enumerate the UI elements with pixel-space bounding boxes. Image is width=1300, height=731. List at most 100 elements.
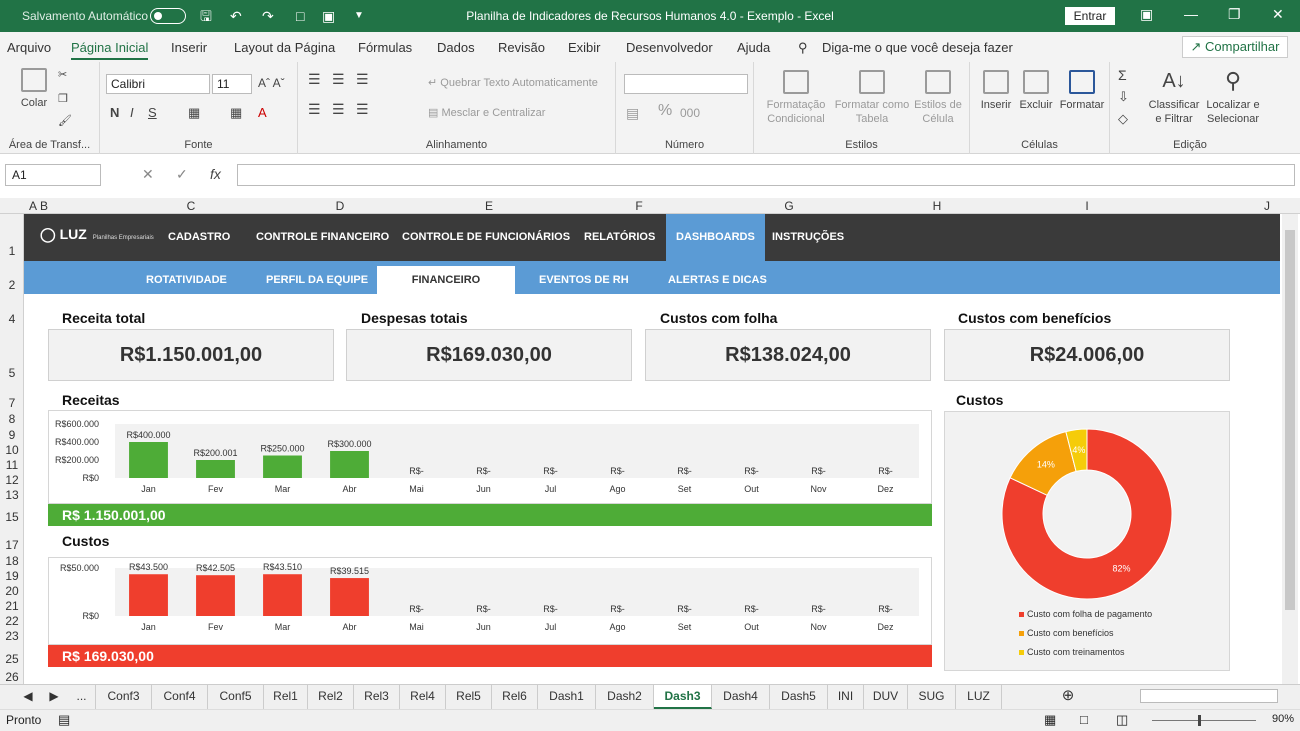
sheet-tab-rel3[interactable]: Rel3: [354, 685, 400, 709]
find-select-button[interactable]: ⚲ Localizar e Selecionar: [1204, 68, 1262, 126]
menu-exibir[interactable]: Exibir: [568, 40, 601, 55]
delete-cells-button[interactable]: Excluir: [1016, 70, 1056, 112]
fill-icon[interactable]: ⇩: [1118, 90, 1129, 104]
merge-center-button[interactable]: ▤ Mesclar e Centralizar: [428, 106, 545, 120]
menu-ajuda[interactable]: Ajuda: [737, 40, 770, 55]
page-layout-icon[interactable]: □: [1080, 712, 1088, 727]
row-header[interactable]: 15: [0, 510, 24, 524]
ribbon-display-icon[interactable]: ▣: [1140, 6, 1153, 23]
tell-me-input[interactable]: Diga-me o que você deseja fazer: [822, 40, 1013, 55]
menu-revisao[interactable]: Revisão: [498, 40, 545, 55]
minimize-icon[interactable]: —: [1184, 6, 1198, 22]
borders-icon[interactable]: ▦: [188, 106, 200, 120]
row-header[interactable]: 10: [0, 443, 24, 457]
font-color-icon[interactable]: A: [258, 106, 267, 120]
paste-button[interactable]: Colar: [14, 68, 54, 110]
thousands-icon[interactable]: 000: [680, 106, 700, 120]
vertical-scroll-thumb[interactable]: [1285, 230, 1295, 610]
sheet-tab-rel6[interactable]: Rel6: [492, 685, 538, 709]
nav-relatorios[interactable]: RELATÓRIOS: [584, 231, 655, 243]
row-header[interactable]: 23: [0, 629, 24, 643]
underline-icon[interactable]: S: [148, 106, 157, 120]
format-cells-button[interactable]: Formatar: [1058, 70, 1106, 112]
cell-styles-button[interactable]: Estilos de Célula: [910, 70, 966, 126]
row-header[interactable]: 1: [0, 244, 24, 258]
share-button[interactable]: ↗ Compartilhar: [1182, 36, 1288, 58]
sheet-tab-dash2[interactable]: Dash2: [596, 685, 654, 709]
row-header[interactable]: 12: [0, 473, 24, 487]
sheet-tab-rel2[interactable]: Rel2: [308, 685, 354, 709]
sheet-tab-duv[interactable]: DUV: [864, 685, 908, 709]
name-box[interactable]: A1: [5, 164, 101, 186]
wrap-text-button[interactable]: ↵ Quebrar Texto Automaticamente: [428, 76, 598, 90]
row-header[interactable]: 25: [0, 652, 24, 666]
align-right-icon[interactable]: ☰: [356, 102, 369, 116]
row-header[interactable]: 21: [0, 599, 24, 613]
column-header[interactable]: H: [930, 199, 944, 213]
copy-icon[interactable]: ❐: [58, 92, 68, 106]
row-header[interactable]: 19: [0, 569, 24, 583]
normal-view-icon[interactable]: ▦: [1044, 712, 1056, 728]
zoom-slider-thumb[interactable]: [1198, 715, 1201, 726]
align-bottom-icon[interactable]: ☰: [356, 72, 369, 86]
sheet-tab-conf5[interactable]: Conf5: [208, 685, 264, 709]
subnav-eventos-rh[interactable]: EVENTOS DE RH: [539, 274, 629, 286]
format-painter-icon[interactable]: 🖌: [58, 114, 72, 128]
nav-instrucoes[interactable]: INSTRUÇÕES: [772, 231, 844, 243]
signin-button[interactable]: Entrar: [1065, 7, 1115, 25]
format-table-button[interactable]: Formatar como Tabela: [834, 70, 910, 126]
enter-icon[interactable]: ✓: [176, 166, 188, 183]
row-header[interactable]: 7: [0, 396, 24, 410]
formula-input[interactable]: [237, 164, 1295, 186]
row-header[interactable]: 8: [0, 412, 24, 426]
menu-desenvolvedor[interactable]: Desenvolvedor: [626, 40, 713, 55]
sheet-tab-dash5[interactable]: Dash5: [770, 685, 828, 709]
sheet-tab-ini[interactable]: INI: [828, 685, 864, 709]
subnav-financeiro[interactable]: FINANCEIRO: [377, 266, 515, 294]
grow-font-icon[interactable]: Aˆ Aˇ: [258, 76, 285, 90]
column-header[interactable]: A: [26, 199, 40, 213]
currency-icon[interactable]: ▤: [626, 106, 639, 120]
menu-inserir[interactable]: Inserir: [171, 40, 207, 55]
insert-function-icon[interactable]: fx: [210, 166, 221, 182]
sort-filter-button[interactable]: A↓ Classificar e Filtrar: [1146, 68, 1202, 126]
restore-icon[interactable]: ❐: [1228, 6, 1241, 23]
nav-dashboards[interactable]: DASHBOARDS: [666, 214, 765, 261]
column-header[interactable]: I: [944, 199, 1230, 213]
font-size-select[interactable]: 11: [212, 74, 252, 94]
font-name-select[interactable]: Calibri: [106, 74, 210, 94]
sheet-tab-dash1[interactable]: Dash1: [538, 685, 596, 709]
sheet-tab-luz[interactable]: LUZ: [956, 685, 1002, 709]
sheet-tab-dash4[interactable]: Dash4: [712, 685, 770, 709]
sheet-tab-rel1[interactable]: Rel1: [264, 685, 308, 709]
align-top-icon[interactable]: ☰: [308, 72, 321, 86]
cancel-icon[interactable]: ✕: [142, 166, 154, 183]
row-header[interactable]: 5: [0, 366, 24, 380]
sheet-tab-rel5[interactable]: Rel5: [446, 685, 492, 709]
menu-pagina-inicial[interactable]: Página Inicial: [71, 40, 149, 60]
menu-formulas[interactable]: Fórmulas: [358, 40, 412, 55]
row-header[interactable]: 4: [0, 312, 24, 326]
close-icon[interactable]: ✕: [1272, 6, 1284, 23]
align-middle-icon[interactable]: ☰: [332, 72, 345, 86]
row-header[interactable]: 13: [0, 488, 24, 502]
sheet-tab-[interactable]: ...: [68, 685, 96, 709]
row-header[interactable]: 26: [0, 670, 24, 684]
search-icon[interactable]: ⚲: [798, 40, 808, 56]
macro-record-icon[interactable]: ▤: [58, 712, 70, 728]
row-header[interactable]: 11: [0, 458, 24, 472]
column-header[interactable]: F: [632, 199, 646, 213]
cut-icon[interactable]: ✂: [58, 68, 67, 82]
row-header[interactable]: 18: [0, 554, 24, 568]
column-header[interactable]: E: [346, 199, 632, 213]
nav-cadastro[interactable]: CADASTRO: [168, 231, 230, 243]
subnav-rotatividade[interactable]: ROTATIVIDADE: [146, 274, 227, 286]
menu-dados[interactable]: Dados: [437, 40, 475, 55]
row-header[interactable]: 9: [0, 428, 24, 442]
page-break-icon[interactable]: ◫: [1116, 712, 1128, 728]
align-center-icon[interactable]: ☰: [332, 102, 345, 116]
column-header[interactable]: G: [646, 199, 932, 213]
worksheet[interactable]: ◯ LUZ Planilhas Empresariais CADASTRO CON…: [24, 214, 1280, 684]
zoom-slider[interactable]: [1152, 720, 1256, 721]
nav-controle-funcionarios[interactable]: CONTROLE DE FUNCIONÁRIOS: [402, 231, 570, 243]
